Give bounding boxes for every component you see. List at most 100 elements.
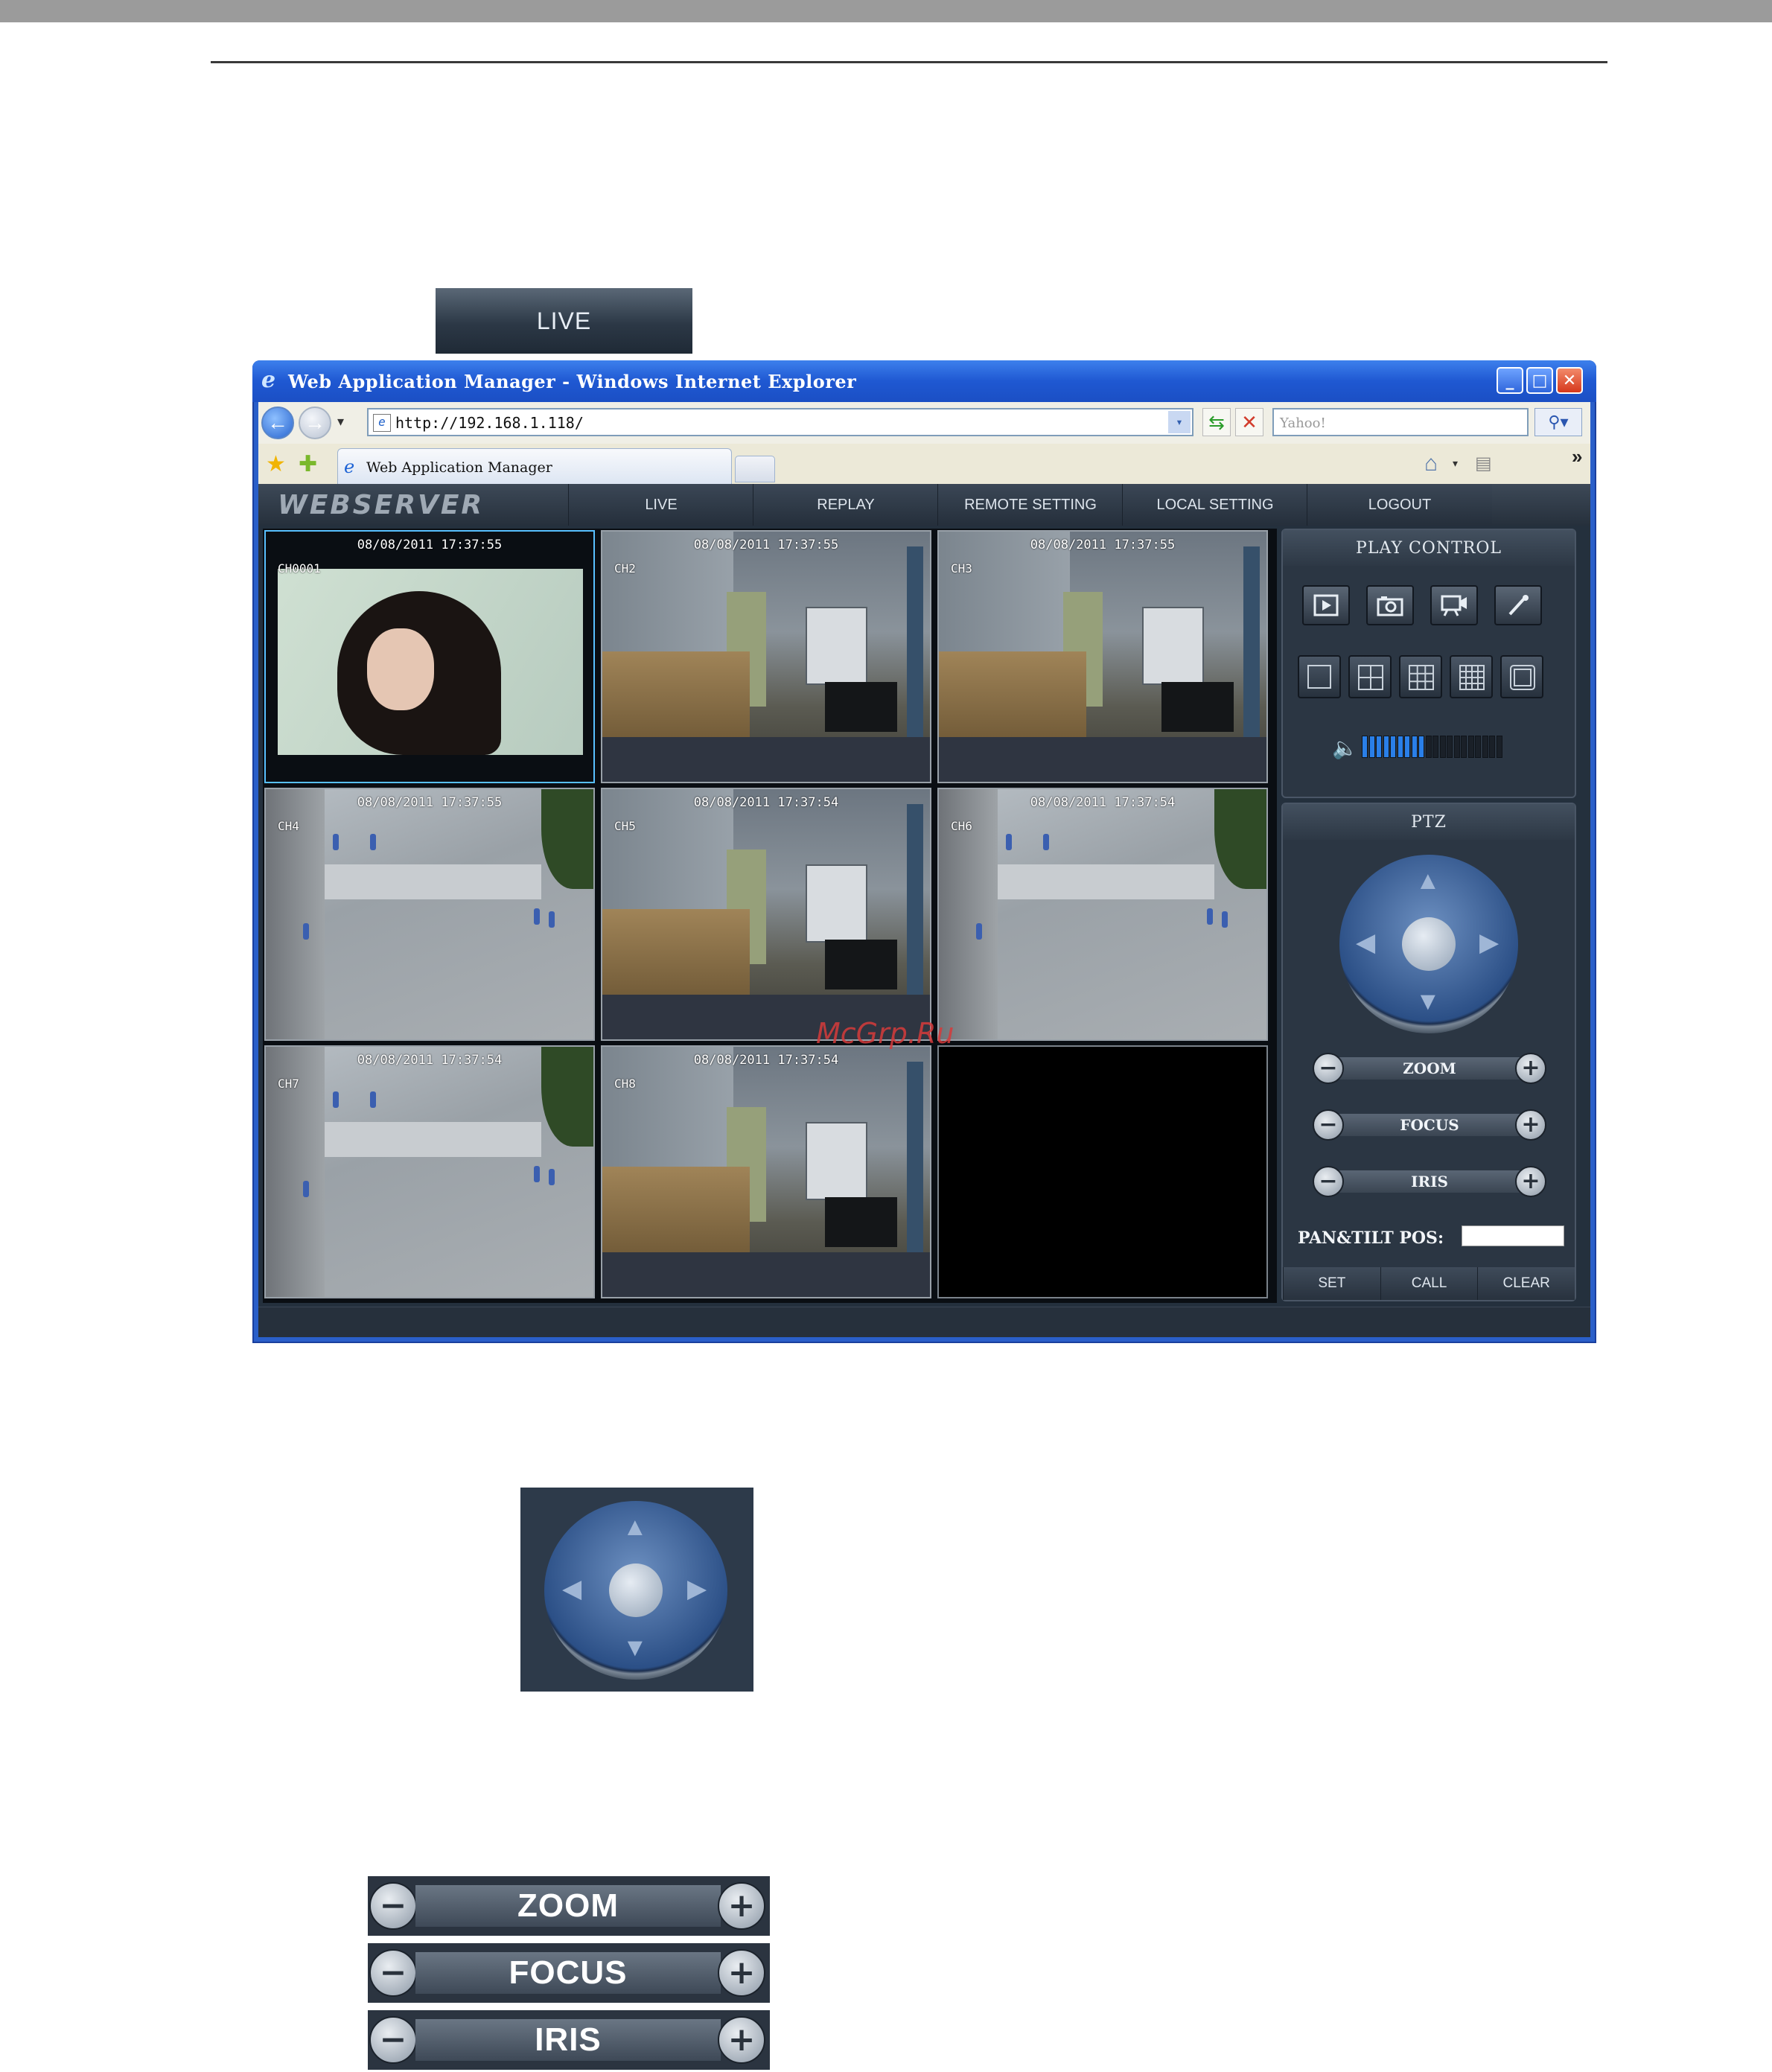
channel-label: CH5 xyxy=(614,819,636,833)
talk-button[interactable] xyxy=(1494,585,1542,625)
ptz-panel: PTZ ▲ ▼ ◀ ▶ ZOOM − + FOCUS − + IRIS − + … xyxy=(1281,803,1576,1301)
tab-label: Web Application Manager xyxy=(366,459,552,476)
stop-button[interactable]: ✕ xyxy=(1235,408,1263,436)
window-title: Web Application Manager - Windows Intern… xyxy=(288,371,857,392)
favorites-star-icon[interactable]: ★ xyxy=(266,451,286,477)
search-input[interactable]: Yahoo! xyxy=(1272,408,1529,436)
iris-open-button[interactable]: + xyxy=(1515,1166,1546,1197)
channel-3-view[interactable]: 08/08/2011 17:37:55 CH3 xyxy=(937,530,1268,783)
snapshot-button[interactable] xyxy=(1366,585,1414,625)
feeds-icon[interactable]: ▤ xyxy=(1475,453,1492,474)
pan-left-icon[interactable]: ◀ xyxy=(1356,928,1375,957)
channel-5-view[interactable]: 08/08/2011 17:37:54 CH5 xyxy=(601,788,931,1041)
ptz-joystick[interactable]: ▲ ▼ ◀ ▶ xyxy=(1339,855,1518,1033)
status-bar xyxy=(258,1307,1590,1337)
channel-label: CH2 xyxy=(614,561,636,576)
menu-remote-setting[interactable]: REMOTE SETTING xyxy=(937,484,1123,526)
preset-call-button[interactable]: CALL xyxy=(1380,1267,1478,1300)
fullscreen-button[interactable] xyxy=(1500,655,1543,698)
forward-button[interactable]: → xyxy=(299,407,331,439)
menu-replay[interactable]: REPLAY xyxy=(753,484,938,526)
menu-local-setting[interactable]: LOCAL SETTING xyxy=(1122,484,1307,526)
focus-plus-button[interactable]: + xyxy=(1515,1109,1546,1141)
channel-1-view[interactable]: 08/08/2011 17:37:55 CH0001 xyxy=(264,530,595,783)
video-frame xyxy=(602,1047,930,1297)
sixteen-view-icon xyxy=(1459,665,1485,690)
channel-9-view[interactable] xyxy=(937,1045,1268,1298)
minimize-button[interactable]: _ xyxy=(1497,367,1523,394)
fullscreen-icon xyxy=(1510,665,1535,690)
channel-label: CH6 xyxy=(951,819,972,833)
channel-2-view[interactable]: 08/08/2011 17:37:55 CH2 xyxy=(601,530,931,783)
pan-left-icon: ◀ xyxy=(562,1575,582,1603)
tilt-up-icon[interactable]: ▲ xyxy=(1415,867,1441,896)
tab-bar: ★ ✚ e Web Application Manager ⌂ ▾ ▤ » xyxy=(258,444,1590,485)
more-tools-button[interactable]: » xyxy=(1572,445,1582,468)
tab-web-application-manager[interactable]: e Web Application Manager xyxy=(337,448,732,484)
panel-title: PLAY CONTROL xyxy=(1283,530,1575,566)
preset-set-button[interactable]: SET xyxy=(1283,1267,1380,1300)
home-icon[interactable]: ⌂ xyxy=(1424,451,1438,476)
timestamp: 08/08/2011 17:37:54 xyxy=(1030,795,1176,810)
volume-segment xyxy=(1432,736,1438,758)
channel-8-view[interactable]: 08/08/2011 17:37:54 CH8 xyxy=(601,1045,931,1298)
focus-minus-button[interactable]: − xyxy=(1313,1109,1344,1141)
pan-tilt-pos-label: PAN&TILT POS: xyxy=(1298,1228,1444,1248)
preset-clear-button[interactable]: CLEAR xyxy=(1477,1267,1575,1300)
video-frame xyxy=(266,789,593,1039)
pan-right-icon[interactable]: ▶ xyxy=(1479,928,1499,957)
ptz-center-button[interactable] xyxy=(1402,917,1456,971)
refresh-button[interactable]: ⇆ xyxy=(1202,408,1231,436)
volume-segment xyxy=(1489,736,1495,758)
channel-4-view[interactable]: 08/08/2011 17:37:55 CH4 xyxy=(264,788,595,1041)
volume-segment xyxy=(1376,736,1382,758)
record-button[interactable] xyxy=(1430,585,1478,625)
ie-logo-icon: e xyxy=(261,367,276,393)
menu-logout[interactable]: LOGOUT xyxy=(1307,484,1492,526)
video-grid: 08/08/2011 17:37:55 CH0001 08/08/2011 17… xyxy=(263,529,1277,1303)
layout-16-button[interactable] xyxy=(1450,655,1493,698)
channel-7-view[interactable]: 08/08/2011 17:37:54 CH7 xyxy=(264,1045,595,1298)
back-button[interactable]: ← xyxy=(261,407,294,439)
panel-title: PTZ xyxy=(1283,804,1575,840)
timestamp: 08/08/2011 17:37:55 xyxy=(693,538,839,552)
focus-callout-label: FOCUS xyxy=(415,1952,721,1994)
new-tab-button[interactable] xyxy=(735,456,775,482)
search-button[interactable]: ⚲▾ xyxy=(1534,408,1582,436)
nine-view-icon xyxy=(1409,665,1434,690)
channel-label: CH0001 xyxy=(278,561,321,576)
ptz-joystick-detail: ▲ ▼ ◀ ▶ xyxy=(544,1501,727,1680)
volume-segment xyxy=(1467,736,1474,758)
address-dropdown-icon[interactable]: ▾ xyxy=(1168,411,1191,433)
focus-callout: − FOCUS + xyxy=(368,1943,770,2003)
layout-4-button[interactable] xyxy=(1348,655,1392,698)
speaker-icon[interactable]: 🔈 xyxy=(1332,736,1358,760)
play-button[interactable] xyxy=(1302,585,1350,625)
volume-segment xyxy=(1404,736,1410,758)
timestamp: 08/08/2011 17:37:54 xyxy=(693,1053,839,1068)
volume-segment xyxy=(1362,736,1368,758)
tilt-down-icon[interactable]: ▼ xyxy=(1415,987,1441,1016)
close-button[interactable]: ✕ xyxy=(1556,367,1583,394)
maximize-button[interactable]: □ xyxy=(1526,367,1553,394)
add-favorites-icon[interactable]: ✚ xyxy=(299,451,317,477)
tilt-up-icon: ▲ xyxy=(622,1513,648,1541)
zoom-out-button[interactable]: − xyxy=(1313,1053,1344,1084)
iris-control: IRIS − + xyxy=(1313,1161,1546,1200)
channel-label: CH8 xyxy=(614,1077,636,1091)
layout-1-button[interactable] xyxy=(1298,655,1341,698)
home-dropdown-icon[interactable]: ▾ xyxy=(1453,457,1458,470)
address-field[interactable]: e http://192.168.1.118/ ▾ xyxy=(367,408,1193,436)
menu-live[interactable]: LIVE xyxy=(568,484,753,526)
pan-tilt-pos-input[interactable] xyxy=(1462,1225,1564,1246)
iris-close-button[interactable]: − xyxy=(1313,1166,1344,1197)
history-dropdown-icon[interactable]: ▾ xyxy=(337,414,344,430)
channel-6-view[interactable]: 08/08/2011 17:37:54 CH6 xyxy=(937,788,1268,1041)
layout-9-button[interactable] xyxy=(1399,655,1442,698)
channel-label: CH3 xyxy=(951,561,972,576)
zoom-in-button[interactable]: + xyxy=(1515,1053,1546,1084)
volume-segment xyxy=(1368,736,1375,758)
microphone-icon xyxy=(1508,595,1529,616)
minus-icon: − xyxy=(369,2016,417,2064)
title-bar[interactable]: e Web Application Manager - Windows Inte… xyxy=(252,360,1596,402)
